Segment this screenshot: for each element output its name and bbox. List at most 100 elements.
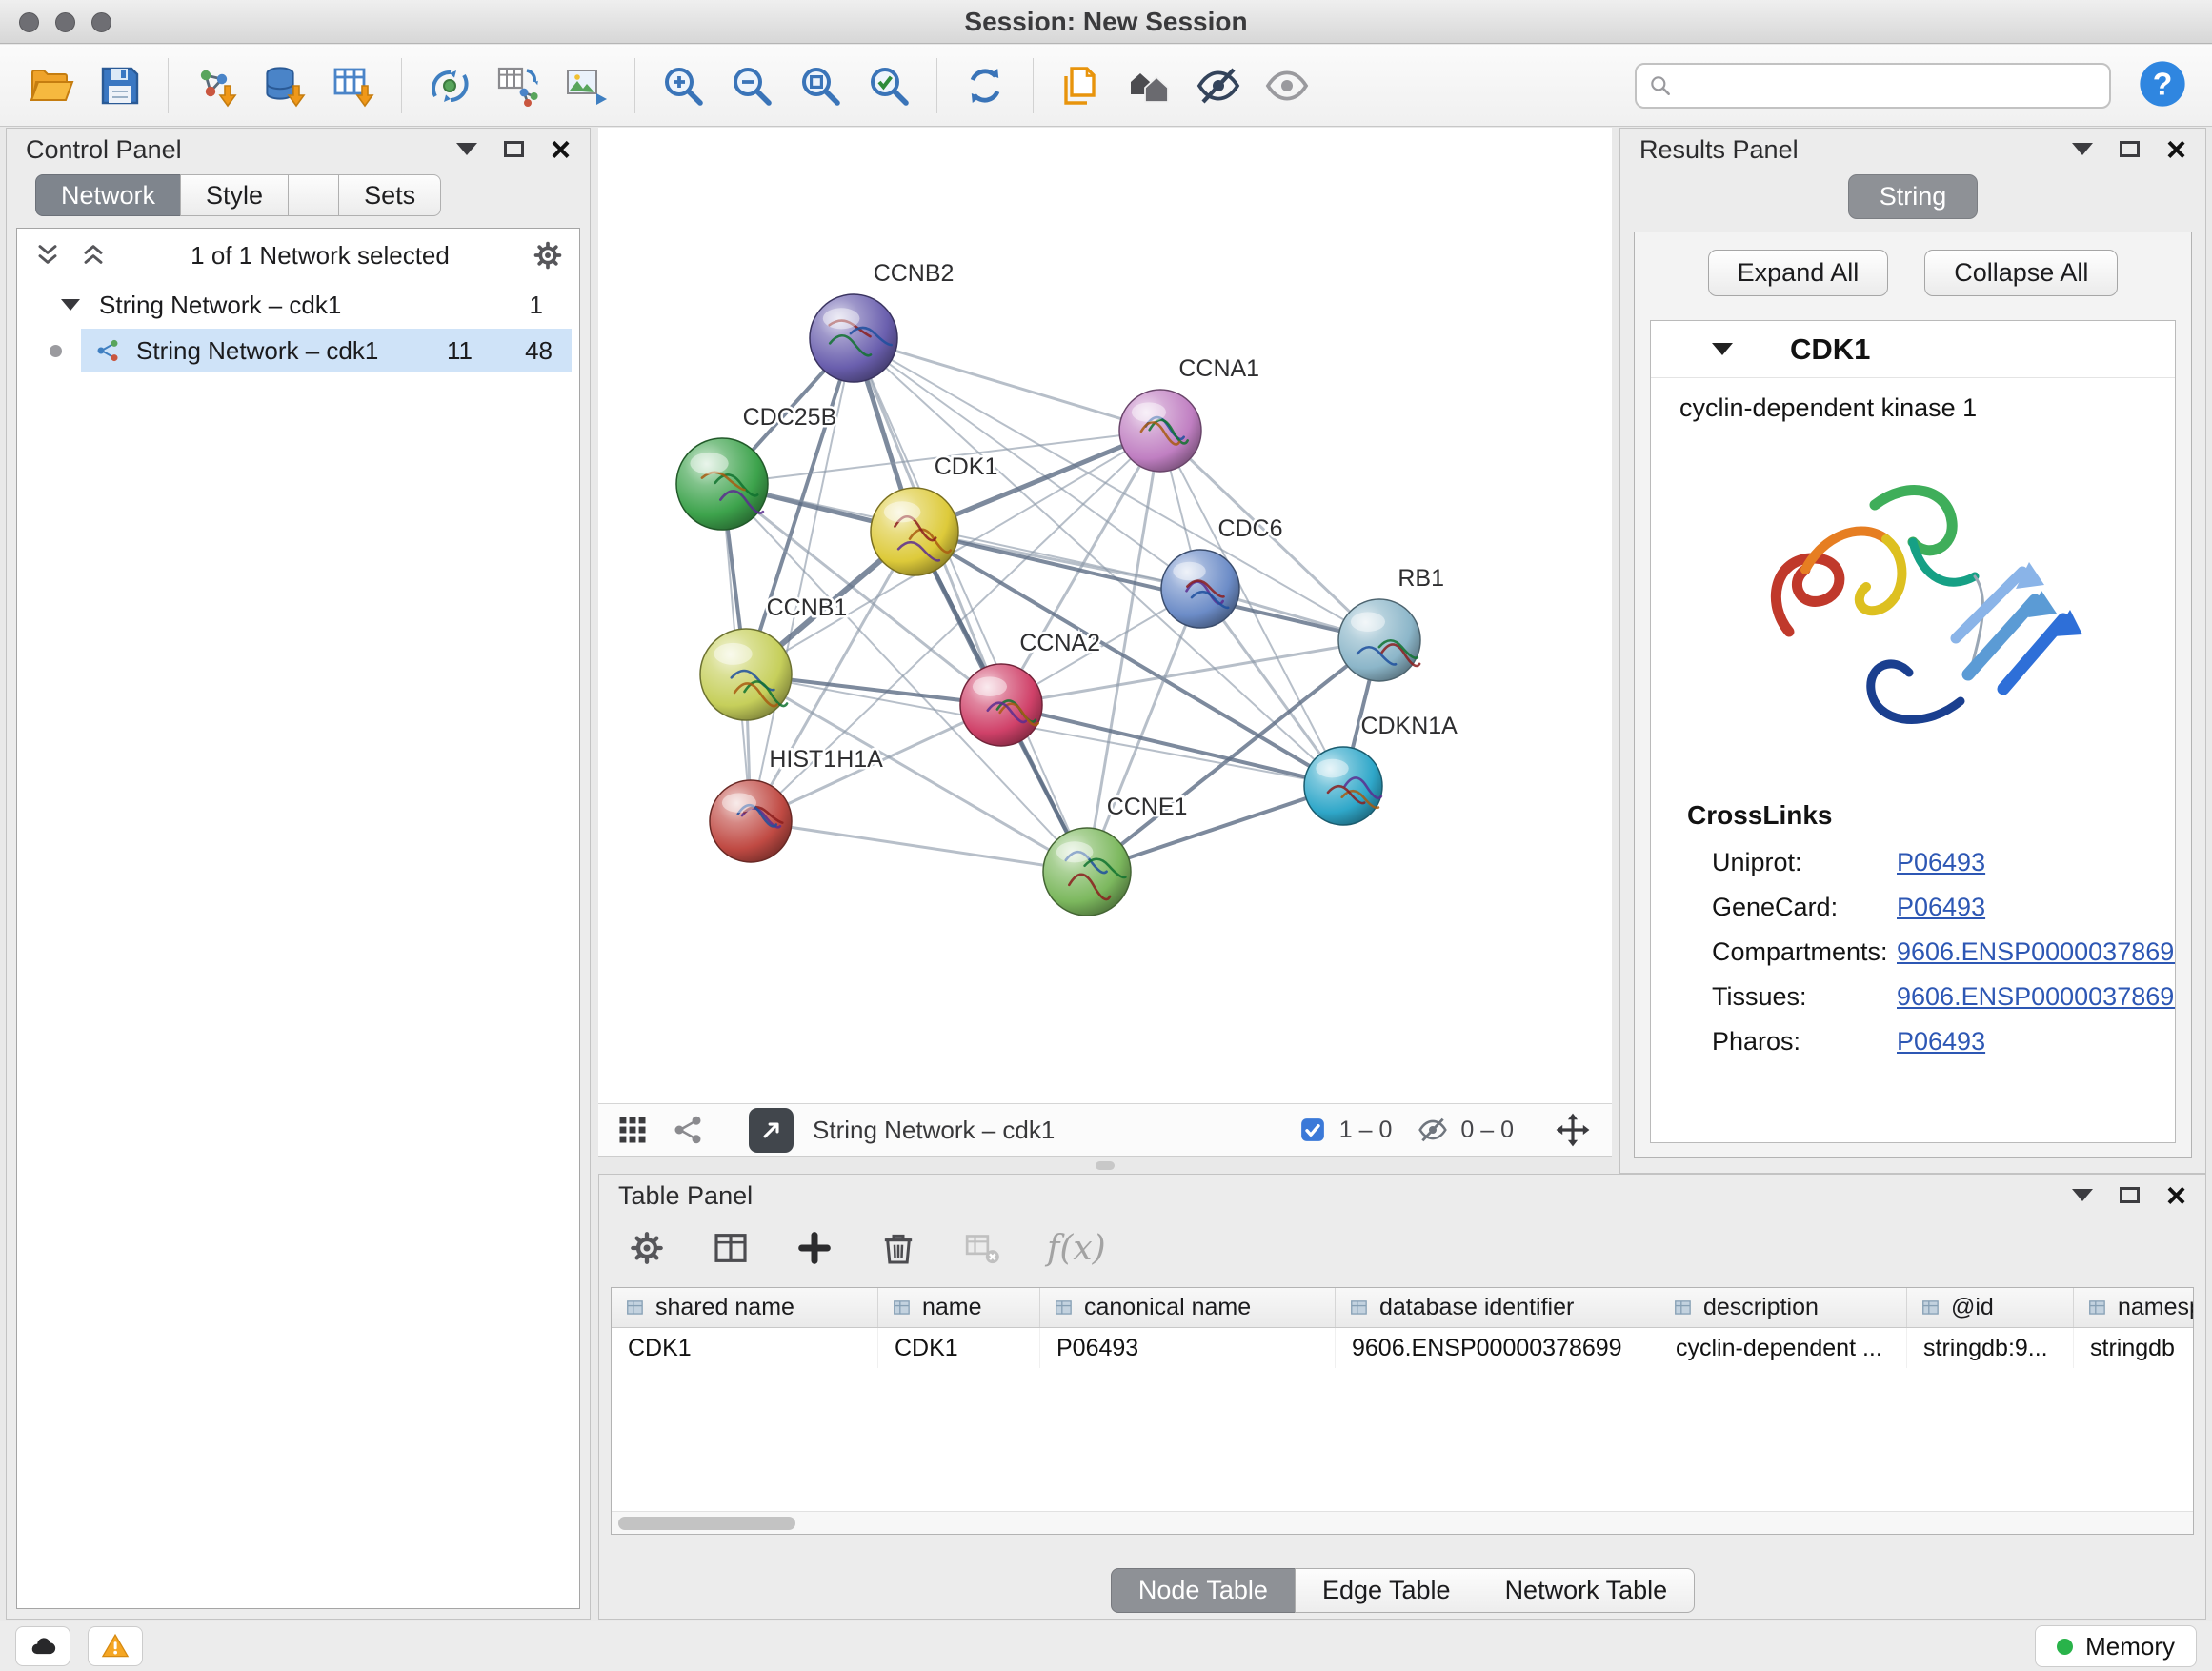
table-cell[interactable]: P06493 <box>1040 1328 1336 1368</box>
expand-all-tree-button[interactable] <box>78 240 109 271</box>
memory-button[interactable]: Memory <box>2035 1625 2197 1667</box>
tab-sets[interactable]: Sets <box>338 174 441 216</box>
warnings-button[interactable] <box>88 1626 143 1666</box>
column-header-name[interactable]: name <box>878 1288 1040 1327</box>
save-session-button[interactable] <box>86 51 154 120</box>
table-cell[interactable]: 9606.ENSP00000378699 <box>1336 1328 1659 1368</box>
table-horizontal-scrollbar[interactable] <box>612 1511 2193 1534</box>
tab-network-table[interactable]: Network Table <box>1478 1568 1696 1613</box>
column-header-description[interactable]: description <box>1659 1288 1907 1327</box>
import-network-file-button[interactable] <box>182 51 251 120</box>
share-network-button[interactable] <box>671 1113 705 1147</box>
network-node-ccnb2[interactable]: CCNB2 <box>810 260 954 382</box>
zoom-selected-button[interactable] <box>855 51 923 120</box>
tab-edge-table[interactable]: Edge Table <box>1295 1568 1478 1613</box>
network-graph[interactable]: CCNB2CCNA1CDC25BCDK1CDC6RB1CCNB1CCNA2CDK… <box>598 128 1612 1103</box>
table-row[interactable]: CDK1CDK1P064939606.ENSP00000378699cyclin… <box>612 1328 2193 1368</box>
selected-checkbox-icon[interactable] <box>1298 1116 1327 1144</box>
column-header-database-identifier[interactable]: database identifier <box>1336 1288 1659 1327</box>
zoom-window-button[interactable] <box>91 12 111 32</box>
network-node-cdc6[interactable]: CDC6 <box>1161 515 1283 628</box>
crosslink-link[interactable]: 9606.ENSP00000378699 <box>1897 937 2176 967</box>
zoom-fit-button[interactable] <box>786 51 855 120</box>
open-session-button[interactable] <box>17 51 86 120</box>
collapse-section-icon[interactable] <box>1712 343 1733 355</box>
tree-options-button[interactable] <box>532 239 564 272</box>
network-node-ccne1[interactable]: CCNE1 <box>1043 794 1187 916</box>
crosslink-link[interactable]: P06493 <box>1897 1027 1985 1057</box>
new-network-button[interactable] <box>415 51 484 120</box>
search-box[interactable] <box>1635 63 2111 109</box>
hidden-eye-slash-icon[interactable] <box>1418 1115 1448 1145</box>
collapse-all-tree-button[interactable] <box>32 240 63 271</box>
help-button[interactable] <box>2134 57 2191 114</box>
panel-float-icon[interactable] <box>2120 141 2140 157</box>
birdseye-view-button[interactable] <box>615 1113 650 1147</box>
function-builder-button[interactable]: f(x) <box>1047 1229 1106 1268</box>
network-row-selected[interactable]: String Network – cdk1 11 48 <box>81 329 572 372</box>
show-all-button[interactable] <box>1253 51 1321 120</box>
table-options-button[interactable] <box>628 1229 666 1267</box>
panel-float-icon[interactable] <box>2120 1187 2140 1203</box>
collection-expand-icon[interactable] <box>61 299 80 311</box>
network-node-rb1[interactable]: RB1 <box>1338 565 1444 681</box>
zoom-in-button[interactable] <box>649 51 717 120</box>
column-header-namespace[interactable]: namespace <box>2074 1288 2194 1327</box>
network-node-ccnb1[interactable]: CCNB1 <box>700 594 847 720</box>
network-row[interactable]: String Network – cdk1 11 48 <box>17 328 579 373</box>
add-column-button[interactable] <box>795 1229 834 1267</box>
tab-string[interactable]: String <box>1848 174 1979 219</box>
table-cell[interactable]: cyclin-dependent ... <box>1659 1328 1907 1368</box>
zoom-out-button[interactable] <box>717 51 786 120</box>
hide-selection-button[interactable] <box>1184 51 1253 120</box>
table-cell[interactable]: CDK1 <box>612 1328 878 1368</box>
network-node-cdk1[interactable]: CDK1 <box>871 453 997 575</box>
network-canvas[interactable]: CCNB2CCNA1CDC25BCDK1CDC6RB1CCNB1CCNA2CDK… <box>598 128 1612 1103</box>
panel-float-icon[interactable] <box>504 141 524 157</box>
panel-close-icon[interactable]: × <box>2166 1182 2186 1210</box>
panel-menu-icon[interactable] <box>2072 1189 2093 1201</box>
search-input[interactable] <box>1682 70 2098 100</box>
panel-close-icon[interactable]: × <box>2166 136 2186 164</box>
pan-move-icon[interactable] <box>1555 1112 1591 1148</box>
network-collection-row[interactable]: String Network – cdk1 1 <box>17 282 579 328</box>
expand-all-button[interactable]: Expand All <box>1708 250 1889 296</box>
refresh-view-button[interactable] <box>951 51 1019 120</box>
crosslink-link[interactable]: P06493 <box>1897 893 1985 922</box>
tab-node-table[interactable]: Node Table <box>1111 1568 1296 1613</box>
delete-column-button[interactable] <box>879 1229 917 1267</box>
close-window-button[interactable] <box>19 12 39 32</box>
panel-menu-icon[interactable] <box>2072 143 2093 155</box>
network-from-table-button[interactable] <box>484 51 553 120</box>
column-header-shared-name[interactable]: shared name <box>612 1288 878 1327</box>
network-node-cdkn1a[interactable]: CDKN1A <box>1304 713 1458 825</box>
column-header--id[interactable]: @id <box>1907 1288 2074 1327</box>
collapse-all-button[interactable]: Collapse All <box>1924 250 2118 296</box>
table-cell[interactable]: stringdb <box>2074 1328 2194 1368</box>
crosslink-link[interactable]: 9606.ENSP00000378699 <box>1897 982 2176 1012</box>
scrollbar-thumb[interactable] <box>618 1517 795 1530</box>
table-cell[interactable]: CDK1 <box>878 1328 1040 1368</box>
export-network-button[interactable] <box>749 1108 794 1153</box>
import-network-database-button[interactable] <box>251 51 319 120</box>
show-columns-button[interactable] <box>712 1229 750 1267</box>
table-cell[interactable]: stringdb:9... <box>1907 1328 2074 1368</box>
minimize-window-button[interactable] <box>55 12 75 32</box>
splitter-handle[interactable] <box>1096 1161 1115 1170</box>
crosslink-link[interactable]: P06493 <box>1897 848 1985 877</box>
horizontal-splitter[interactable] <box>598 1157 1612 1174</box>
panel-close-icon[interactable]: × <box>551 136 571 164</box>
copy-document-button[interactable] <box>1047 51 1116 120</box>
gene-section-header[interactable]: CDK1 <box>1651 321 2175 378</box>
network-node-hist1h1a[interactable]: HIST1H1A <box>710 746 883 862</box>
column-header-canonical-name[interactable]: canonical name <box>1040 1288 1336 1327</box>
network-node-ccna2[interactable]: CCNA2 <box>960 630 1100 746</box>
tab-network[interactable]: Network <box>35 174 181 216</box>
tab-style[interactable]: Style <box>180 174 289 216</box>
network-node-ccna1[interactable]: CCNA1 <box>1119 355 1259 472</box>
import-table-button[interactable] <box>319 51 388 120</box>
export-image-button[interactable] <box>553 51 621 120</box>
home-button[interactable] <box>1116 51 1184 120</box>
panel-menu-icon[interactable] <box>456 143 477 155</box>
cloud-status-button[interactable] <box>15 1626 70 1666</box>
